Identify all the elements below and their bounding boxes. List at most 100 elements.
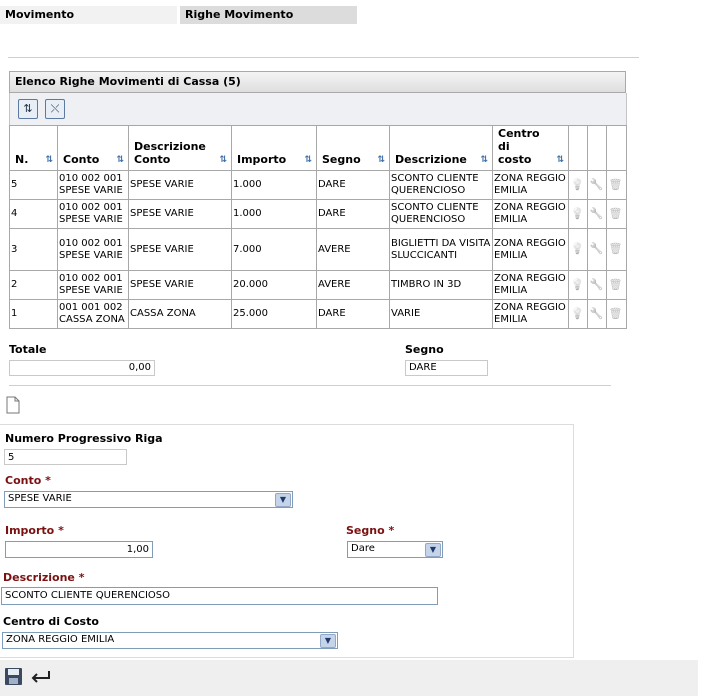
wrench-icon[interactable]: 🔧: [589, 207, 604, 220]
table-row: 1 001 001 002 CASSA ZONA CASSA ZONA 25.000 D…: [9, 299, 627, 329]
cell-n: 3: [9, 228, 58, 271]
table-row: 3 010 002 001 SPESE VARIE SPESE VARIE 7.000…: [9, 228, 627, 271]
segno-select[interactable]: Dare ▼: [347, 541, 443, 558]
cell-importo: 20.000: [231, 270, 317, 300]
totale-label: Totale: [9, 343, 47, 356]
cell-conto: 010 002 001 SPESE VARIE: [57, 228, 129, 271]
sort-icon[interactable]: ⇅: [480, 155, 488, 165]
tab-movimento[interactable]: Movimento: [0, 6, 177, 24]
clear-sort-icon[interactable]: ⤬: [45, 99, 65, 119]
importo-label: Importo *: [5, 524, 64, 537]
cell-conto: 001 001 002 CASSA ZONA: [57, 299, 129, 329]
cell-conto: 010 002 001 SPESE VARIE: [57, 170, 129, 200]
sort-icon[interactable]: ⇅: [556, 155, 564, 165]
floppy-disk-icon[interactable]: [4, 667, 23, 686]
cell-action: 🗑: [606, 270, 627, 300]
col-header-blank: [587, 125, 607, 171]
bottom-toolbar: [0, 660, 698, 696]
table-row: 5 010 002 001 SPESE VARIE SPESE VARIE 1.000…: [9, 170, 627, 200]
col-header-descrizione[interactable]: Descrizione ⇅: [389, 125, 493, 171]
cell-centro: ZONA REGGIO EMILIA: [492, 299, 569, 329]
cell-action: 🔧: [587, 228, 607, 271]
tab-righe-movimento[interactable]: Righe Movimento: [180, 6, 357, 24]
lightbulb-icon[interactable]: 💡: [570, 178, 585, 191]
cell-importo: 1.000: [231, 170, 317, 200]
cell-action: 🗑: [606, 299, 627, 329]
lightbulb-icon[interactable]: 💡: [570, 207, 585, 220]
grid-toolbar: ⇅ ⤬: [9, 93, 627, 125]
importo-field[interactable]: 1,00: [5, 541, 153, 558]
sort-icon[interactable]: ⇅: [45, 155, 53, 165]
cell-action: 🔧: [587, 270, 607, 300]
cell-importo: 1.000: [231, 199, 317, 229]
cell-desc-conto: SPESE VARIE: [128, 228, 232, 271]
cell-action: 🔧: [587, 170, 607, 200]
sort-icon[interactable]: ⇅: [377, 155, 385, 165]
cell-action: 💡: [568, 170, 588, 200]
descrizione-field[interactable]: SCONTO CLIENTE QUERENCIOSO: [1, 587, 438, 605]
cell-action: 🔧: [587, 199, 607, 229]
wrench-icon[interactable]: 🔧: [589, 307, 604, 320]
cell-segno: AVERE: [316, 228, 390, 271]
trash-icon[interactable]: 🗑: [608, 178, 623, 191]
cell-action: 💡: [568, 299, 588, 329]
return-arrow-icon[interactable]: [30, 668, 52, 686]
conto-select[interactable]: SPESE VARIE ▼: [4, 491, 293, 508]
col-header-importo[interactable]: Importo ⇅: [231, 125, 317, 171]
chevron-down-icon[interactable]: ▼: [425, 543, 441, 557]
table-row: 2 010 002 001 SPESE VARIE SPESE VARIE 20.00…: [9, 270, 627, 300]
col-header-descrizione-conto[interactable]: Descrizione Conto ⇅: [128, 125, 232, 171]
sort-arrows-icon[interactable]: ⇅: [18, 99, 38, 119]
cell-centro: ZONA REGGIO EMILIA: [492, 270, 569, 300]
righe-table: N. ⇅ Conto ⇅ Descrizione Conto ⇅ Importo ⇅ S…: [9, 125, 627, 329]
new-document-icon[interactable]: [6, 396, 20, 414]
centro-select[interactable]: ZONA REGGIO EMILIA ▼: [2, 632, 338, 649]
chevron-down-icon[interactable]: ▼: [320, 634, 336, 648]
cell-segno: AVERE: [316, 270, 390, 300]
descrizione-label: Descrizione *: [3, 571, 85, 584]
cell-centro: ZONA REGGIO EMILIA: [492, 199, 569, 229]
lightbulb-icon[interactable]: 💡: [570, 278, 585, 291]
totale-field: 0,00: [9, 360, 155, 376]
divider: [8, 57, 639, 58]
cell-action: 🗑: [606, 199, 627, 229]
trash-icon[interactable]: 🗑: [608, 207, 623, 220]
table-header-row: N. ⇅ Conto ⇅ Descrizione Conto ⇅ Importo ⇅ S…: [9, 125, 627, 171]
cell-desc-conto: SPESE VARIE: [128, 199, 232, 229]
cell-conto: 010 002 001 SPESE VARIE: [57, 199, 129, 229]
cell-segno: DARE: [316, 199, 390, 229]
trash-icon[interactable]: 🗑: [608, 307, 623, 320]
cell-n: 4: [9, 199, 58, 229]
sort-icon[interactable]: ⇅: [116, 155, 124, 165]
trash-icon[interactable]: 🗑: [608, 278, 623, 291]
cell-desc-conto: SPESE VARIE: [128, 270, 232, 300]
chevron-down-icon[interactable]: ▼: [275, 493, 291, 507]
col-header-conto[interactable]: Conto ⇅: [57, 125, 129, 171]
segno-total-label: Segno: [405, 343, 444, 356]
cell-centro: ZONA REGGIO EMILIA: [492, 228, 569, 271]
trash-icon[interactable]: 🗑: [608, 243, 623, 255]
cell-conto: 010 002 001 SPESE VARIE: [57, 270, 129, 300]
lightbulb-icon[interactable]: 💡: [570, 243, 585, 255]
cell-desc-conto: CASSA ZONA: [128, 299, 232, 329]
cell-n: 1: [9, 299, 58, 329]
wrench-icon[interactable]: 🔧: [589, 278, 604, 291]
cell-n: 2: [9, 270, 58, 300]
col-header-centro-di-costo[interactable]: Centro di costo ⇅: [492, 125, 569, 171]
cell-action: 💡: [568, 199, 588, 229]
lightbulb-icon[interactable]: 💡: [570, 307, 585, 320]
segno-total-field: DARE: [405, 360, 488, 376]
sort-icon[interactable]: ⇅: [304, 155, 312, 165]
wrench-icon[interactable]: 🔧: [589, 243, 604, 255]
sort-icon[interactable]: ⇅: [219, 155, 227, 165]
cell-action: 🗑: [606, 170, 627, 200]
col-header-segno[interactable]: Segno ⇅: [316, 125, 390, 171]
col-header-n[interactable]: N. ⇅: [9, 125, 58, 171]
wrench-icon[interactable]: 🔧: [589, 178, 604, 191]
conto-label: Conto *: [5, 474, 51, 487]
cell-descrizione: BIGLIETTI DA VISITA SLUCCICANTI: [389, 228, 493, 271]
centro-label: Centro di Costo: [3, 615, 99, 628]
numero-field[interactable]: 5: [4, 449, 127, 465]
cell-centro: ZONA REGGIO EMILIA: [492, 170, 569, 200]
numero-label: Numero Progressivo Riga: [5, 432, 163, 445]
